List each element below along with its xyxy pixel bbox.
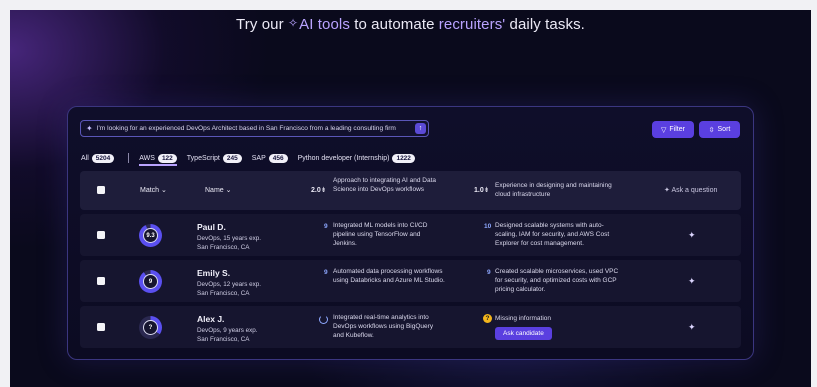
table-row[interactable]: 9.3 Paul D. DevOps, 15 years exp. San Fra… bbox=[80, 214, 741, 256]
candidate-location: San Francisco, CA bbox=[197, 336, 250, 343]
criterion-2-answer: Designed scalable systems with auto-scal… bbox=[495, 222, 610, 247]
headline-text: daily tasks. bbox=[505, 16, 585, 33]
criterion-2-score: 10 bbox=[484, 223, 492, 230]
ask-question-button[interactable]: ✦ Ask a question bbox=[664, 186, 717, 194]
criterion-1-answer: Integrated ML models into CI/CD pipeline… bbox=[333, 222, 428, 247]
table-header: Match ⌄ Name ⌄ 2.0⇟ Approach to integrat… bbox=[80, 171, 741, 210]
match-column-header[interactable]: Match ⌄ bbox=[140, 186, 167, 194]
match-score-ring: 9 bbox=[139, 270, 162, 293]
criterion-1-score: 9 bbox=[324, 223, 328, 230]
magic-wand-icon[interactable]: ✦ bbox=[688, 276, 696, 287]
weight-icon: ⇟ bbox=[320, 187, 327, 194]
sort-button[interactable]: ⇳ Sort bbox=[699, 121, 740, 138]
match-score: 9 bbox=[143, 274, 158, 289]
criterion-1-header: Approach to integrating AI and Data Scie… bbox=[333, 177, 436, 193]
tab-divider bbox=[128, 153, 130, 163]
tab-python-internship[interactable]: Python developer (Internship) 1222 bbox=[298, 153, 415, 163]
headline-recruiters: recruiters' bbox=[438, 16, 506, 33]
magic-wand-icon[interactable]: ✦ bbox=[688, 322, 696, 333]
candidate-role: DevOps, 9 years exp. bbox=[197, 327, 258, 334]
candidate-name[interactable]: Emily S. bbox=[197, 268, 230, 278]
headline-text: Try our bbox=[236, 16, 288, 33]
table-row[interactable]: ? Alex J. DevOps, 9 years exp. San Franci… bbox=[80, 306, 741, 348]
count-badge: 5204 bbox=[91, 153, 115, 163]
match-score: 9.3 bbox=[143, 228, 158, 243]
name-column-header[interactable]: Name ⌄ bbox=[205, 186, 232, 194]
candidate-role: DevOps, 12 years exp. bbox=[197, 281, 262, 288]
match-score: ? bbox=[143, 320, 158, 335]
headline-text: to automate bbox=[349, 16, 439, 33]
match-score-ring: 9.3 bbox=[139, 224, 162, 247]
tab-all[interactable]: All 5204 bbox=[81, 153, 115, 163]
count-badge: 456 bbox=[268, 153, 288, 163]
chevron-down-icon: ⌄ bbox=[161, 187, 167, 194]
count-badge: 122 bbox=[157, 153, 177, 163]
loading-spinner-icon bbox=[319, 315, 328, 324]
tab-typescript[interactable]: TypeScript 245 bbox=[187, 153, 242, 163]
criterion-1-answer: Integrated real-time analytics into DevO… bbox=[333, 314, 434, 339]
tab-aws[interactable]: AWS 122 bbox=[139, 153, 177, 166]
criterion-1-answer: Automated data processing workflows usin… bbox=[333, 268, 445, 284]
magic-wand-icon: ✦ bbox=[86, 124, 93, 133]
criterion-2-score: 9 bbox=[487, 269, 491, 276]
criterion-2-header: Experience in designing and maintaining … bbox=[495, 182, 612, 198]
filter-icon: ▽ bbox=[661, 126, 667, 134]
missing-information-label: Missing information bbox=[495, 315, 551, 322]
table-row[interactable]: 9 Emily S. DevOps, 12 years exp. San Fran… bbox=[80, 260, 741, 302]
select-all-checkbox[interactable] bbox=[97, 186, 105, 194]
tab-bar: All 5204 AWS 122 TypeScript 245 SAP 456 Pyth… bbox=[81, 151, 425, 166]
sparkle-icon: ✧ bbox=[287, 16, 299, 30]
search-input[interactable]: ✦ I'm looking for an experienced DevOps … bbox=[80, 120, 429, 137]
candidate-name[interactable]: Alex J. bbox=[197, 314, 224, 324]
count-badge: 1222 bbox=[392, 153, 415, 163]
search-query: I'm looking for an experienced DevOps Ar… bbox=[96, 125, 396, 132]
candidate-location: San Francisco, CA bbox=[197, 290, 250, 297]
headline: Try our ✧AI tools to automate recruiters… bbox=[10, 16, 811, 33]
page-stage: Try our ✧AI tools to automate recruiters… bbox=[10, 10, 811, 387]
magic-wand-icon[interactable]: ✦ bbox=[688, 230, 696, 241]
submit-arrow-icon[interactable]: ↑ bbox=[415, 123, 426, 134]
criterion-2-weight[interactable]: 1.0⇟ bbox=[474, 186, 490, 194]
criterion-1-weight[interactable]: 2.0⇟ bbox=[311, 186, 327, 194]
sort-icon: ⇳ bbox=[708, 126, 715, 134]
criterion-1-score: 9 bbox=[324, 269, 328, 276]
row-checkbox[interactable] bbox=[97, 323, 105, 331]
tab-sap[interactable]: SAP 456 bbox=[252, 153, 288, 163]
candidate-location: San Francisco, CA bbox=[197, 244, 250, 251]
warning-icon: ? bbox=[483, 314, 492, 323]
count-badge: 245 bbox=[222, 153, 242, 163]
candidate-panel: ✦ I'm looking for an experienced DevOps … bbox=[67, 106, 754, 360]
filter-button[interactable]: ▽ Filter bbox=[652, 121, 694, 138]
chevron-down-icon: ⌄ bbox=[225, 187, 232, 194]
candidate-name[interactable]: Paul D. bbox=[197, 222, 226, 232]
ask-candidate-button[interactable]: Ask candidate bbox=[495, 327, 552, 340]
match-score-ring: ? bbox=[139, 316, 162, 339]
row-checkbox[interactable] bbox=[97, 277, 105, 285]
magic-wand-icon: ✦ bbox=[664, 187, 670, 194]
row-checkbox[interactable] bbox=[97, 231, 105, 239]
headline-ai-tools: AI tools bbox=[299, 16, 350, 33]
weight-icon: ⇟ bbox=[483, 187, 490, 194]
candidate-role: DevOps, 15 years exp. bbox=[197, 235, 262, 242]
criterion-2-answer: Created scalable microservices, used VPC… bbox=[495, 268, 619, 293]
